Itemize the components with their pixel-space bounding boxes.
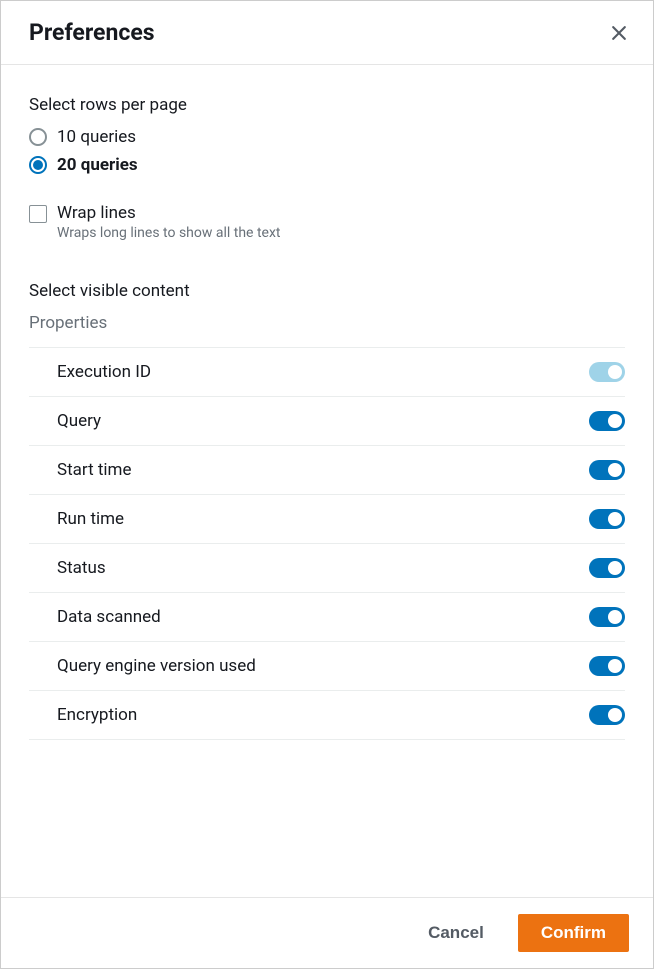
radio-label: 20 queries bbox=[57, 155, 138, 175]
property-toggle-query-engine[interactable] bbox=[589, 656, 625, 676]
modal-footer: Cancel Confirm bbox=[1, 897, 653, 968]
rows-per-page-group: 10 queries 20 queries bbox=[29, 127, 625, 175]
property-row-start-time: Start time bbox=[29, 446, 625, 495]
modal-title: Preferences bbox=[29, 19, 155, 46]
rows-per-page-label: Select rows per page bbox=[29, 95, 625, 115]
property-label: Query engine version used bbox=[57, 656, 256, 676]
radio-option-10[interactable]: 10 queries bbox=[29, 127, 625, 147]
modal-header: Preferences bbox=[1, 1, 653, 65]
property-row-status: Status bbox=[29, 544, 625, 593]
property-label: Status bbox=[57, 558, 106, 578]
property-toggle-run-time[interactable] bbox=[589, 509, 625, 529]
property-toggle-execution-id bbox=[589, 362, 625, 382]
property-row-query: Query bbox=[29, 397, 625, 446]
property-row-query-engine: Query engine version used bbox=[29, 642, 625, 691]
property-toggle-start-time[interactable] bbox=[589, 460, 625, 480]
radio-icon bbox=[29, 156, 47, 174]
property-label: Query bbox=[57, 411, 101, 431]
wrap-lines-text: Wrap lines Wraps long lines to show all … bbox=[57, 203, 280, 241]
radio-option-20[interactable]: 20 queries bbox=[29, 155, 625, 175]
modal-body: Select rows per page 10 queries 20 queri… bbox=[1, 65, 653, 897]
radio-label: 10 queries bbox=[57, 127, 136, 147]
close-button[interactable] bbox=[609, 23, 629, 43]
property-row-run-time: Run time bbox=[29, 495, 625, 544]
property-toggle-query[interactable] bbox=[589, 411, 625, 431]
property-label: Encryption bbox=[57, 705, 137, 725]
properties-list: Execution ID Query Start time Run time S… bbox=[29, 347, 625, 740]
cancel-button[interactable]: Cancel bbox=[406, 914, 506, 952]
confirm-button[interactable]: Confirm bbox=[518, 914, 629, 952]
property-row-execution-id: Execution ID bbox=[29, 348, 625, 397]
property-label: Start time bbox=[57, 460, 131, 480]
property-label: Execution ID bbox=[57, 362, 151, 382]
wrap-lines-checkbox[interactable] bbox=[29, 205, 47, 223]
property-row-data-scanned: Data scanned bbox=[29, 593, 625, 642]
wrap-lines-label[interactable]: Wrap lines bbox=[57, 203, 280, 223]
property-toggle-status[interactable] bbox=[589, 558, 625, 578]
property-label: Run time bbox=[57, 509, 124, 529]
radio-icon bbox=[29, 128, 47, 146]
property-toggle-encryption[interactable] bbox=[589, 705, 625, 725]
property-toggle-data-scanned[interactable] bbox=[589, 607, 625, 627]
close-icon bbox=[609, 23, 629, 43]
property-row-encryption: Encryption bbox=[29, 691, 625, 740]
property-label: Data scanned bbox=[57, 607, 161, 627]
properties-heading: Properties bbox=[29, 313, 625, 333]
visible-content-label: Select visible content bbox=[29, 281, 625, 301]
wrap-lines-description: Wraps long lines to show all the text bbox=[57, 225, 280, 241]
wrap-lines-option: Wrap lines Wraps long lines to show all … bbox=[29, 203, 625, 241]
